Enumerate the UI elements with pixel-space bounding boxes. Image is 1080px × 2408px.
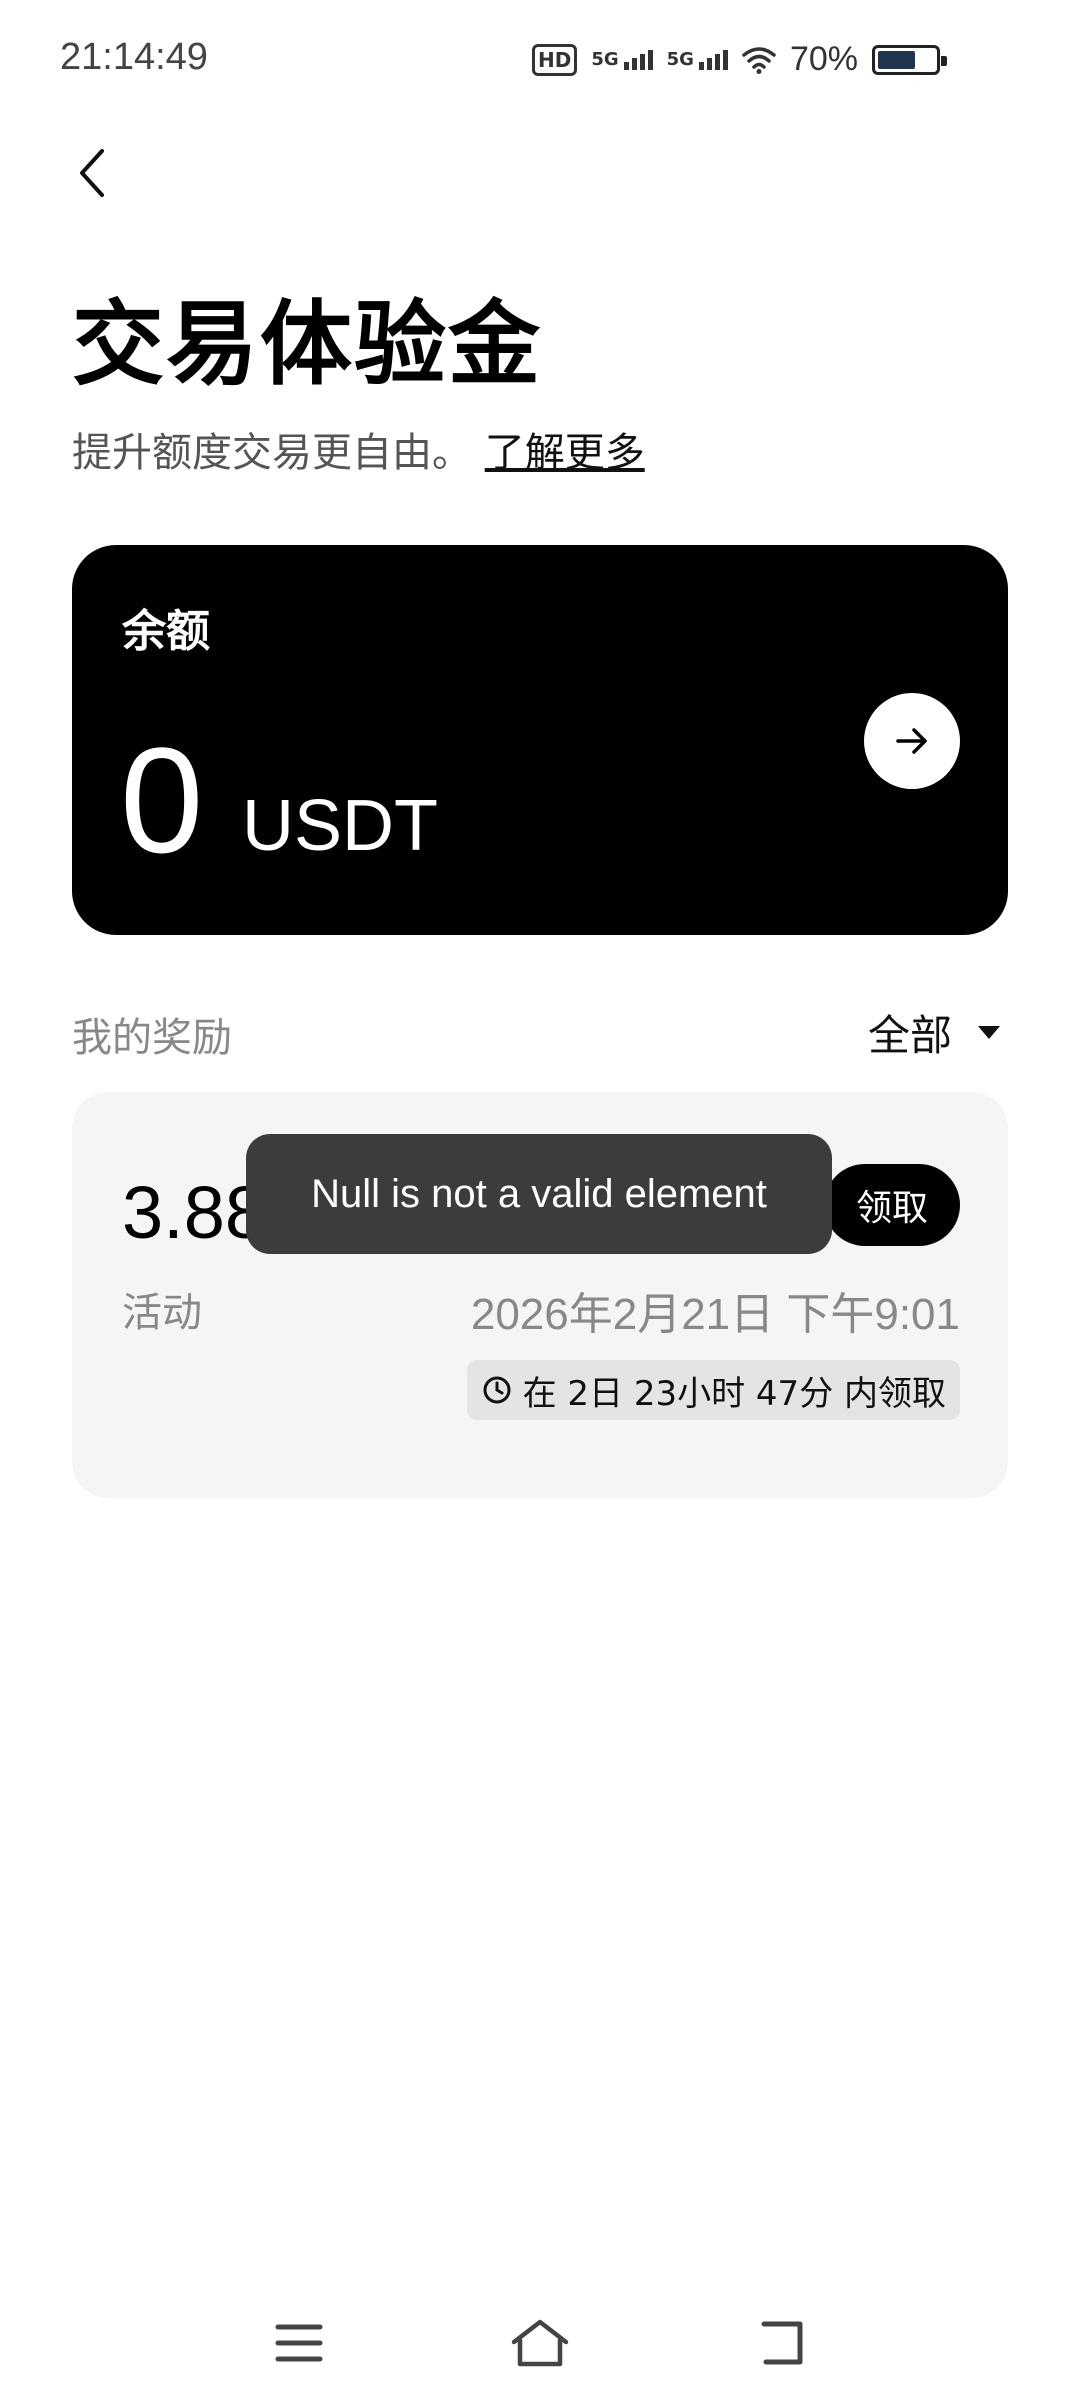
balance-unit: USDT: [242, 786, 438, 866]
countdown-text: 在 2日 23小时 47分 内领取: [522, 1373, 946, 1414]
system-nav-bar: [0, 2278, 1080, 2408]
clock-icon: [483, 1376, 511, 1404]
balance-label: 余额: [122, 606, 210, 657]
reward-date: 2026年2月21日 下午9:01: [470, 1290, 960, 1339]
status-bar: 21:14:49 HD 5G 5G 70%: [0, 0, 1080, 120]
page-title: 交易体验金: [72, 291, 543, 398]
screen: 21:14:49 HD 5G 5G 70% 交易体验金 提升额度交易更自由。 了…: [0, 0, 1080, 2408]
signal-icon-sim2: 5G: [667, 49, 728, 70]
reward-amount: 3.88: [122, 1171, 267, 1254]
chevron-left-icon: [80, 149, 104, 197]
home-icon: [511, 2319, 569, 2367]
caret-down-icon: [978, 1026, 1000, 1039]
subtitle: 提升额度交易更自由。 了解更多: [72, 420, 645, 478]
claim-countdown-badge: 在 2日 23小时 47分 内领取: [466, 1360, 960, 1420]
balance-detail-button[interactable]: [864, 693, 960, 789]
learn-more-link[interactable]: 了解更多: [485, 430, 645, 476]
signal-icon-sim1: 5G: [591, 49, 653, 70]
balance-value: 0: [120, 716, 204, 884]
balance-card: 余额 0 USDT: [72, 545, 1008, 935]
status-icons: HD 5G 5G 70%: [531, 40, 947, 79]
home-button[interactable]: [505, 2308, 575, 2378]
battery-icon: [872, 44, 947, 75]
menu-icon: [275, 2324, 323, 2362]
recent-apps-button[interactable]: [264, 2308, 334, 2378]
toast-message: Null is not a valid element: [246, 1134, 832, 1254]
back-nav-button[interactable]: [748, 2308, 818, 2378]
rewards-filter-dropdown[interactable]: 全部: [868, 1002, 1000, 1063]
claim-button[interactable]: 领取: [824, 1164, 960, 1246]
subtitle-text: 提升额度交易更自由。: [72, 430, 472, 476]
back-button[interactable]: [62, 138, 122, 208]
hd-icon: HD: [531, 43, 578, 76]
back-arrow-icon: [761, 2321, 803, 2365]
reward-type: 活动: [122, 1290, 202, 1336]
arrow-right-icon: [896, 728, 927, 754]
rewards-title: 我的奖励: [72, 1015, 232, 1061]
wifi-icon: [742, 46, 776, 74]
status-time: 21:14:49: [60, 36, 208, 78]
battery-percent: 70%: [789, 40, 858, 78]
filter-label: 全部: [867, 1011, 952, 1060]
